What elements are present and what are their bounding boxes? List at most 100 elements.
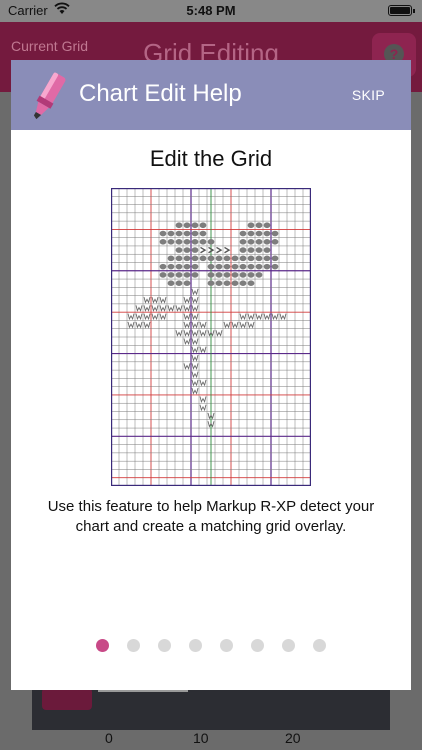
stitch-oval	[159, 230, 167, 237]
stitch-oval	[255, 238, 263, 245]
stitch-oval	[207, 263, 215, 270]
ruler-tick: 10	[193, 730, 209, 746]
stitch-oval	[175, 247, 183, 253]
stitch-oval	[239, 247, 247, 253]
stitch-oval	[191, 222, 199, 229]
ruler-tick: 20	[285, 730, 301, 746]
stitch-oval	[215, 263, 223, 270]
stitch-oval	[247, 255, 255, 262]
stitch-oval	[175, 222, 183, 229]
status-bar: Carrier 5:48 PM	[0, 0, 422, 22]
stitch-oval	[247, 238, 255, 245]
slide-description: Use this feature to help Markup R-XP det…	[47, 498, 375, 535]
stitch-oval	[247, 222, 255, 229]
stitch-oval	[159, 238, 167, 245]
stitch-oval	[167, 280, 175, 287]
stitch-oval	[263, 247, 271, 253]
stitch-oval	[223, 280, 231, 287]
stitch-oval	[239, 255, 247, 262]
page-dot[interactable]	[220, 639, 233, 652]
page-dot[interactable]	[251, 639, 264, 652]
stitch-oval	[271, 230, 279, 237]
stitch-oval	[223, 263, 231, 270]
stitch-oval	[167, 263, 175, 270]
page-dot[interactable]	[282, 639, 295, 652]
stitch-oval	[199, 238, 207, 245]
stitch-oval	[207, 255, 215, 262]
stitch-oval	[207, 238, 215, 245]
stitch-oval	[199, 230, 207, 237]
stitch-oval	[175, 230, 183, 237]
stitch-oval	[175, 272, 183, 278]
stitch-oval	[191, 230, 199, 237]
stitch-oval	[247, 272, 255, 278]
modal-header: Chart Edit Help SKIP	[11, 60, 411, 130]
stitch-oval	[183, 230, 191, 237]
slide-heading: Edit the Grid	[149, 146, 273, 171]
stitch-oval	[191, 238, 199, 245]
page-dot[interactable]	[158, 639, 171, 652]
stitch-oval	[199, 255, 207, 262]
stitch-oval	[255, 230, 263, 237]
stitch-oval	[271, 255, 279, 262]
stitch-oval	[175, 255, 183, 262]
page-indicator[interactable]	[11, 639, 411, 652]
stitch-oval	[255, 255, 263, 262]
grid-tool-button[interactable]	[42, 688, 92, 710]
stitch-oval	[231, 272, 239, 278]
stitch-oval	[263, 222, 271, 229]
skip-button[interactable]: SKIP	[352, 87, 385, 103]
stitch-oval	[231, 255, 239, 262]
stitch-oval	[183, 280, 191, 287]
stitch-oval	[191, 247, 199, 253]
stitch-oval	[215, 272, 223, 278]
stitch-oval	[167, 230, 175, 237]
highlighter-marker-icon	[33, 72, 66, 120]
stitch-oval	[239, 230, 247, 237]
stitch-oval	[183, 222, 191, 229]
stitch-oval	[207, 272, 215, 278]
stitch-oval	[183, 238, 191, 245]
stitch-oval	[215, 255, 223, 262]
stitch-oval	[263, 255, 271, 262]
stitch-oval	[183, 247, 191, 253]
stitch-oval	[183, 263, 191, 270]
page-dot[interactable]	[313, 639, 326, 652]
stitch-oval	[263, 230, 271, 237]
knitting-chart-illustration	[111, 188, 311, 486]
stitch-oval	[223, 255, 231, 262]
stitch-oval	[215, 280, 223, 287]
stitch-oval	[167, 272, 175, 278]
stitch-oval	[191, 263, 199, 270]
stitch-oval	[159, 263, 167, 270]
page-dot-active[interactable]	[96, 639, 109, 652]
stitch-oval	[271, 238, 279, 245]
stitch-oval	[271, 263, 279, 270]
stitch-oval	[199, 222, 207, 229]
stitch-oval	[167, 255, 175, 262]
stitch-oval	[231, 280, 239, 287]
stitch-oval	[167, 238, 175, 245]
stitch-oval	[239, 280, 247, 287]
clock: 5:48 PM	[186, 3, 236, 18]
ruler-tick: 0	[105, 730, 113, 746]
stitch-oval	[191, 272, 199, 278]
stitch-oval	[191, 255, 199, 262]
stitch-oval	[247, 263, 255, 270]
stitch-oval	[247, 230, 255, 237]
stitch-oval	[183, 272, 191, 278]
stitch-oval	[159, 272, 167, 278]
help-modal: Chart Edit Help SKIP Edit the Grid Use t…	[11, 60, 411, 690]
stitch-oval	[255, 263, 263, 270]
stitch-oval	[255, 272, 263, 278]
stitch-oval	[255, 247, 263, 253]
stitch-oval	[247, 280, 255, 287]
stitch-oval	[175, 238, 183, 245]
stitch-oval	[263, 263, 271, 270]
page-dot[interactable]	[127, 639, 140, 652]
stitch-oval	[183, 255, 191, 262]
stitch-oval	[263, 238, 271, 245]
page-dot[interactable]	[189, 639, 202, 652]
stitch-oval	[255, 222, 263, 229]
stitch-oval	[231, 263, 239, 270]
